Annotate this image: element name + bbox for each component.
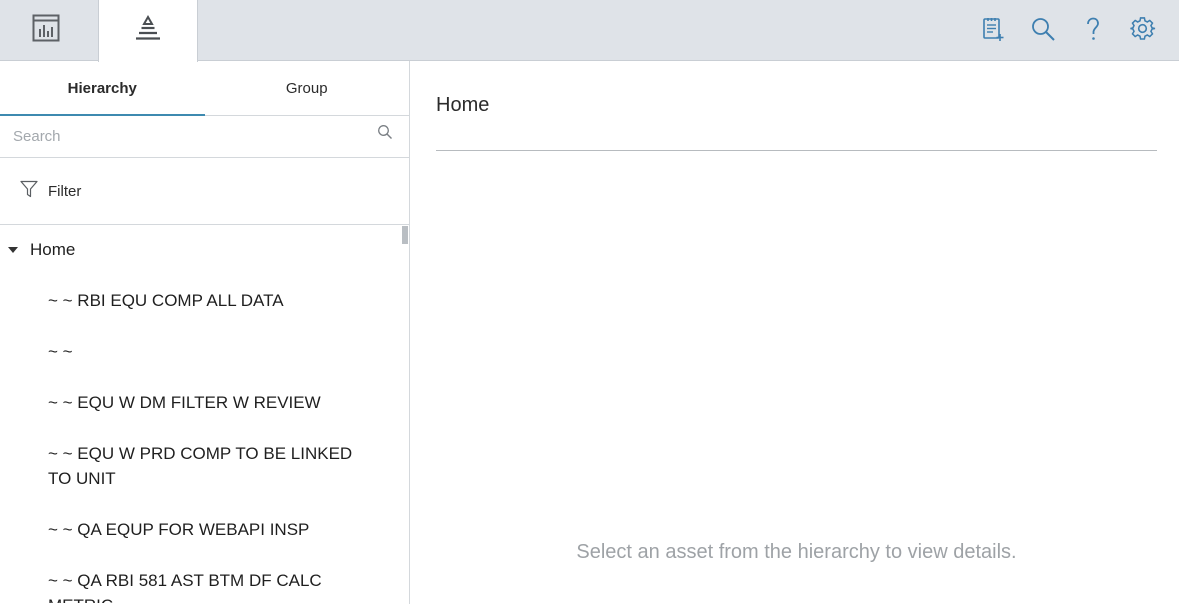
top-toolbar [977,0,1159,58]
add-report-icon[interactable] [977,13,1009,45]
tree-item[interactable]: ~ ~ QA EQUP FOR WEBAPI INSP [0,504,409,555]
tree-root-label: Home [30,240,76,259]
tree-item[interactable]: ~ ~ [0,326,409,377]
dashboard-icon [32,14,60,47]
tree-root-home[interactable]: Home [0,225,409,275]
dashboard-tab[interactable] [0,0,92,61]
search-icon[interactable] [1027,13,1059,45]
filter-label: Filter [48,182,82,200]
tree-item[interactable]: ~ ~ EQU W PRD COMP TO BE LINKED TO UNIT [0,428,409,504]
details-panel: Home Select an asset from the hierarchy … [411,61,1179,604]
search-input[interactable] [0,116,409,157]
top-bar [0,0,1179,62]
filter-icon [20,180,38,203]
settings-icon[interactable] [1127,13,1159,45]
empty-state-message: Select an asset from the hierarchy to vi… [576,541,1017,563]
tree-item[interactable]: ~ ~ RBI EQU COMP ALL DATA [0,275,409,326]
hierarchy-pyramid-icon [133,14,163,49]
search-box [0,116,409,158]
tree-item[interactable]: ~ ~ QA RBI 581 AST BTM DF CALC METRIC [0,555,409,603]
tab-hierarchy[interactable]: Hierarchy [0,61,205,116]
hierarchy-panel: Hierarchy Group Filter Home ~ ~ RBI EQU … [0,61,410,604]
search-icon[interactable] [377,124,393,145]
tab-group[interactable]: Group [205,61,410,115]
help-icon[interactable] [1077,13,1109,45]
tree-item[interactable]: ~ ~ EQU W DM FILTER W REVIEW [0,377,409,428]
hierarchy-tree: Home ~ ~ RBI EQU COMP ALL DATA ~ ~ ~ ~ E… [0,225,409,603]
panel-tabs: Hierarchy Group [0,61,409,116]
filter-button[interactable]: Filter [0,158,409,225]
page-title: Home [436,94,490,116]
divider [436,150,1157,151]
tree-scrollbar[interactable] [402,226,408,244]
hierarchy-tab[interactable] [98,0,198,62]
caret-down-icon[interactable] [8,247,18,253]
